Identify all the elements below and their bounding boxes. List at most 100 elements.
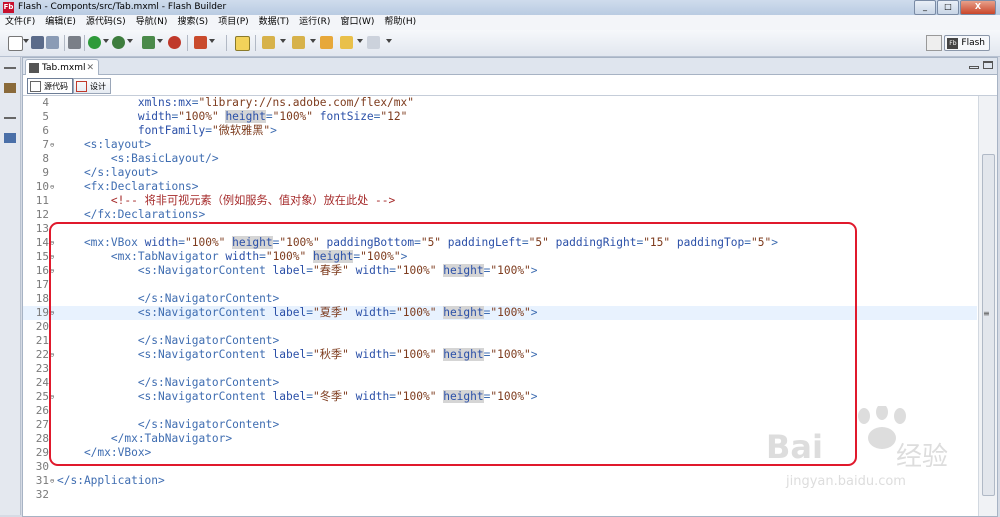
forward-icon[interactable] <box>367 36 380 49</box>
code-line-7[interactable]: 7 ⊖ <s:layout> <box>23 138 977 152</box>
editor-view-controls <box>965 61 993 69</box>
menu-edit[interactable]: 编辑(E) <box>40 15 81 30</box>
line-number: 8 <box>42 152 49 165</box>
fold-toggle-icon[interactable]: ⊖ <box>50 142 56 149</box>
external-tools-icon[interactable] <box>168 36 181 49</box>
line-number: 26 <box>35 404 49 417</box>
code-text: </s:Application> <box>57 474 165 487</box>
mark-occurrences-icon[interactable] <box>235 36 250 51</box>
previous-annotation-icon[interactable] <box>292 36 305 49</box>
menu-search[interactable]: 搜索(S) <box>172 15 213 30</box>
code-text: fontFamily="微软雅黑"> <box>137 124 277 137</box>
code-line-8[interactable]: 8 <s:BasicLayout/> <box>23 152 977 166</box>
next-annotation-icon[interactable] <box>262 36 275 49</box>
code-line-10[interactable]: 10 ⊖ <fx:Declarations> <box>23 180 977 194</box>
line-number: 20 <box>35 320 49 333</box>
source-mode-button[interactable]: 源代码 <box>27 78 73 94</box>
flash-builder-icon: Fb <box>3 2 14 13</box>
overview-ruler-marker: ≡ <box>983 309 990 318</box>
profile-icon[interactable] <box>142 36 155 49</box>
last-edit-icon[interactable] <box>320 36 333 49</box>
line-number: 14 <box>35 236 49 249</box>
code-text: width="100%" height="100%" fontSize="12" <box>137 110 408 123</box>
menu-data[interactable]: 数据(T) <box>254 15 295 30</box>
code-text: <!-- 将非可视元素（例如服务、值对象）放在此处 --> <box>110 194 396 207</box>
line-number: 24 <box>35 376 49 389</box>
watermark-brand-2: 经验 <box>896 442 949 472</box>
code-line-5[interactable]: 5 width="100%" height="100%" fontSize="1… <box>23 110 977 124</box>
code-line-12[interactable]: 12 </fx:Declarations> <box>23 208 977 222</box>
close-tab-icon[interactable]: ✕ <box>86 63 94 73</box>
line-number: 25 <box>35 390 49 403</box>
menu-bar: 文件(F) 编辑(E) 源代码(S) 导航(N) 搜索(S) 项目(P) 数据(… <box>0 15 1000 30</box>
save-all-icon[interactable] <box>46 36 59 49</box>
menu-file[interactable]: 文件(F) <box>0 15 40 30</box>
back-dropdown-icon[interactable] <box>357 39 363 43</box>
back-icon[interactable] <box>340 36 353 49</box>
outline-icon[interactable] <box>4 133 16 143</box>
line-number: 17 <box>35 278 49 291</box>
save-icon[interactable] <box>31 36 44 49</box>
editor-tab-tab-mxml[interactable]: Tab.mxml ✕ <box>25 59 99 75</box>
title-bar: Fb Flash - Componts/src/Tab.mxml - Flash… <box>0 0 1000 16</box>
debug-icon[interactable] <box>112 36 125 49</box>
menu-help[interactable]: 帮助(H) <box>379 15 421 30</box>
menu-project[interactable]: 项目(P) <box>213 15 253 30</box>
forward-dropdown-icon[interactable] <box>386 39 392 43</box>
print-icon[interactable] <box>68 36 81 49</box>
open-type-dropdown-icon[interactable] <box>209 39 215 43</box>
menu-navigate[interactable]: 导航(N) <box>131 15 173 30</box>
line-number: 23 <box>35 362 49 375</box>
annotation-highlight-box <box>49 222 857 466</box>
code-line-6[interactable]: 6 fontFamily="微软雅黑"> <box>23 124 977 138</box>
profile-dropdown-icon[interactable] <box>157 39 163 43</box>
line-number: 11 <box>35 194 49 207</box>
line-number: 13 <box>35 222 49 235</box>
line-number: 22 <box>35 348 49 361</box>
code-text: xmlns:mx="library://ns.adobe.com/flex/mx… <box>137 96 415 109</box>
package-explorer-icon[interactable] <box>4 83 16 93</box>
line-number: 32 <box>35 488 49 501</box>
restore-view-icon-2[interactable] <box>4 117 16 129</box>
code-line-11[interactable]: 11 <!-- 将非可视元素（例如服务、值对象）放在此处 --> <box>23 194 977 208</box>
toolbar <box>0 30 1000 57</box>
line-number: 29 <box>35 446 49 459</box>
baidu-jingyan-watermark: Bai 经验 jingyan.baidu.com <box>766 406 986 494</box>
code-line-4[interactable]: 4 xmlns:mx="library://ns.adobe.com/flex/… <box>23 96 977 110</box>
line-number: 9 <box>42 166 49 179</box>
line-number: 5 <box>42 110 49 123</box>
new-file-icon[interactable] <box>8 36 23 51</box>
editor-tab-strip: Tab.mxml ✕ <box>23 58 997 75</box>
maximize-button[interactable]: □ <box>937 0 959 15</box>
code-text: <fx:Declarations> <box>57 180 199 193</box>
next-annotation-dropdown-icon[interactable] <box>280 39 286 43</box>
flash-perspective-button[interactable]: Fb Flash <box>944 35 990 51</box>
flash-perspective-icon: Fb <box>947 37 959 49</box>
source-mode-icon <box>30 80 41 92</box>
line-number: 10 <box>35 180 49 193</box>
code-line-9[interactable]: 9 </s:layout> <box>23 166 977 180</box>
design-mode-button[interactable]: 设计 <box>73 78 111 94</box>
maximize-view-icon[interactable] <box>983 61 993 69</box>
new-dropdown-icon[interactable] <box>23 39 29 43</box>
code-text: </s:layout> <box>57 166 159 179</box>
minimize-button[interactable]: _ <box>914 0 936 15</box>
debug-dropdown-icon[interactable] <box>127 39 133 43</box>
open-perspective-icon[interactable] <box>926 35 942 51</box>
menu-source[interactable]: 源代码(S) <box>81 15 131 30</box>
run-icon[interactable] <box>88 36 101 49</box>
window-title: Flash - Componts/src/Tab.mxml - Flash Bu… <box>18 2 227 12</box>
run-dropdown-icon[interactable] <box>103 39 109 43</box>
previous-annotation-dropdown-icon[interactable] <box>310 39 316 43</box>
code-text: <s:layout> <box>57 138 152 151</box>
menu-run[interactable]: 运行(R) <box>294 15 335 30</box>
restore-view-icon[interactable] <box>4 67 16 79</box>
minimize-view-icon[interactable] <box>969 66 979 69</box>
line-number: 30 <box>35 460 49 473</box>
menu-window[interactable]: 窗口(W) <box>335 15 379 30</box>
close-button[interactable]: X <box>960 0 996 15</box>
line-number: 27 <box>35 418 49 431</box>
fold-toggle-icon[interactable]: ⊖ <box>50 478 56 485</box>
fold-toggle-icon[interactable]: ⊖ <box>50 184 56 191</box>
open-type-icon[interactable] <box>194 36 207 49</box>
